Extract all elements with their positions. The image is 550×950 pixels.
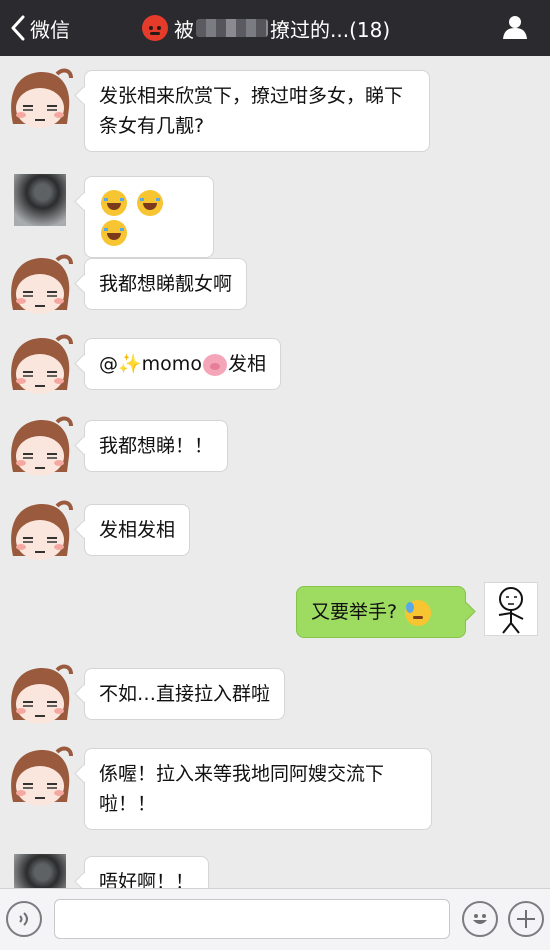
avatar-cartoon-girl[interactable] bbox=[7, 498, 73, 564]
message-bubble[interactable] bbox=[84, 176, 214, 258]
mention-at: @ bbox=[99, 353, 118, 375]
message-row: 唔好啊！！ bbox=[0, 854, 550, 888]
message-text: 又要举手? bbox=[311, 601, 398, 623]
message-bubble[interactable]: 发相发相 bbox=[84, 504, 191, 556]
message-text: 我都想睇靓女啊 bbox=[99, 273, 233, 295]
voice-input-button[interactable] bbox=[6, 901, 42, 937]
message-bubble[interactable]: 唔好啊！！ bbox=[84, 856, 210, 888]
smiley-icon bbox=[473, 914, 487, 924]
message-bubble[interactable]: 发张相来欣赏下，撩过咁多女，睇下条女有几靓? bbox=[84, 70, 430, 152]
message-text: 不如…直接拉入群啦 bbox=[99, 683, 271, 705]
header-bar: 微信 被 撩过的...(18) bbox=[0, 0, 550, 56]
message-bubble[interactable]: 不如…直接拉入群啦 bbox=[84, 668, 286, 720]
chat-title: 被 撩过的...(18) bbox=[142, 14, 390, 42]
avatar-cartoon-girl[interactable] bbox=[7, 662, 73, 728]
pig-face-icon bbox=[202, 353, 227, 376]
face-tears-of-joy-icon bbox=[137, 189, 164, 216]
message-row: 又要举手? bbox=[0, 582, 550, 642]
avatar-photo[interactable] bbox=[14, 854, 66, 888]
avatar-stick-figure[interactable] bbox=[484, 582, 538, 636]
title-prefix: 被 bbox=[174, 17, 194, 42]
face-tears-of-joy-icon bbox=[101, 189, 127, 216]
emoji-button[interactable] bbox=[462, 901, 498, 937]
message-text: 发相发相 bbox=[99, 519, 176, 541]
avatar-photo[interactable] bbox=[14, 174, 66, 226]
message-text: 係喔！拉入来等我地同阿嫂交流下啦！！ bbox=[99, 763, 385, 815]
voice-icon bbox=[19, 912, 28, 926]
user-profile-icon[interactable] bbox=[502, 14, 528, 40]
sparkles-icon: ✨ bbox=[118, 353, 142, 375]
redacted-name bbox=[196, 19, 268, 37]
face-tears-of-joy-icon bbox=[101, 219, 127, 246]
message-row bbox=[0, 174, 550, 258]
avatar-cartoon-girl[interactable] bbox=[7, 744, 73, 810]
avatar-cartoon-girl[interactable] bbox=[7, 414, 73, 480]
message-bubble[interactable]: @✨momo 发相 bbox=[84, 338, 281, 390]
message-row: 係喔！拉入来等我地同阿嫂交流下啦！！ bbox=[0, 744, 550, 830]
avatar-cartoon-girl[interactable] bbox=[7, 252, 73, 318]
mention-name: momo bbox=[141, 353, 202, 375]
message-row: @✨momo 发相 bbox=[0, 332, 550, 402]
message-row: 我都想睇靓女啊 bbox=[0, 252, 550, 322]
message-bubble[interactable]: 我都想睇靓女啊 bbox=[84, 258, 248, 310]
plus-icon bbox=[517, 910, 535, 928]
back-button[interactable]: 微信 bbox=[10, 12, 70, 44]
message-row: 不如…直接拉入群啦 bbox=[0, 662, 550, 732]
message-row: 发相发相 bbox=[0, 498, 550, 568]
back-label: 微信 bbox=[30, 17, 70, 42]
message-text: 发张相来欣赏下，撩过咁多女，睇下条女有几靓? bbox=[99, 85, 404, 137]
message-bubble-self[interactable]: 又要举手? bbox=[296, 586, 466, 638]
message-input[interactable] bbox=[54, 899, 450, 939]
downcast-sweat-face-icon bbox=[405, 599, 432, 626]
avatar-cartoon-girl[interactable] bbox=[7, 66, 73, 132]
message-text: 我都想睇！！ bbox=[99, 435, 214, 457]
message-bubble[interactable]: 我都想睇！！ bbox=[84, 420, 229, 472]
angry-face-icon bbox=[142, 15, 168, 41]
input-bar bbox=[0, 888, 550, 950]
message-bubble[interactable]: 係喔！拉入来等我地同阿嫂交流下啦！！ bbox=[84, 748, 432, 830]
message-text: 唔好啊！！ bbox=[99, 871, 195, 888]
message-row: 发张相来欣赏下，撩过咁多女，睇下条女有几靓? bbox=[0, 66, 550, 152]
more-options-button[interactable] bbox=[508, 901, 544, 937]
avatar-cartoon-girl[interactable] bbox=[7, 332, 73, 398]
message-row: 我都想睇！！ bbox=[0, 414, 550, 484]
message-text: 发相 bbox=[227, 353, 266, 375]
title-suffix: 撩过的...(18) bbox=[270, 17, 391, 42]
chevron-left-icon bbox=[11, 15, 25, 41]
message-list[interactable]: 发张相来欣赏下，撩过咁多女，睇下条女有几靓? 我都想睇靓女啊 @✨momo 发相 … bbox=[0, 56, 550, 888]
